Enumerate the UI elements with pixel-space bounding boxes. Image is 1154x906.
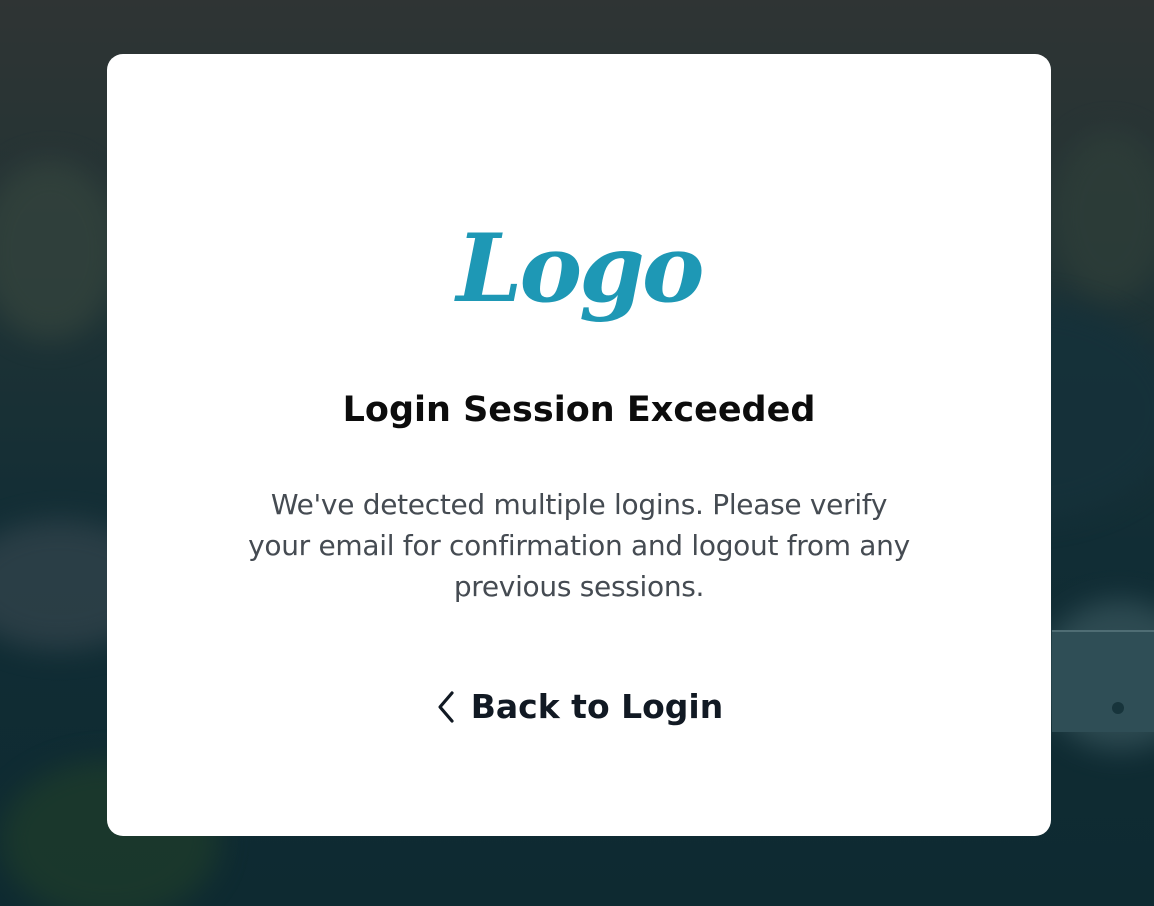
background-laptop — [1052, 630, 1154, 732]
chevron-left-icon — [435, 690, 457, 724]
modal-message: We've detected multiple logins. Please v… — [248, 488, 910, 603]
background-plant-right — [1050, 130, 1154, 300]
background-plant-left — [0, 160, 120, 340]
back-to-login-label: Back to Login — [470, 687, 724, 726]
logo: Logo — [456, 214, 704, 324]
session-exceeded-modal: Logo Login Session Exceeded We've detect… — [107, 54, 1051, 836]
back-to-login-link[interactable]: Back to Login — [107, 682, 1051, 732]
modal-title: Login Session Exceeded — [342, 390, 816, 430]
background-laptop-dot — [1112, 702, 1124, 714]
